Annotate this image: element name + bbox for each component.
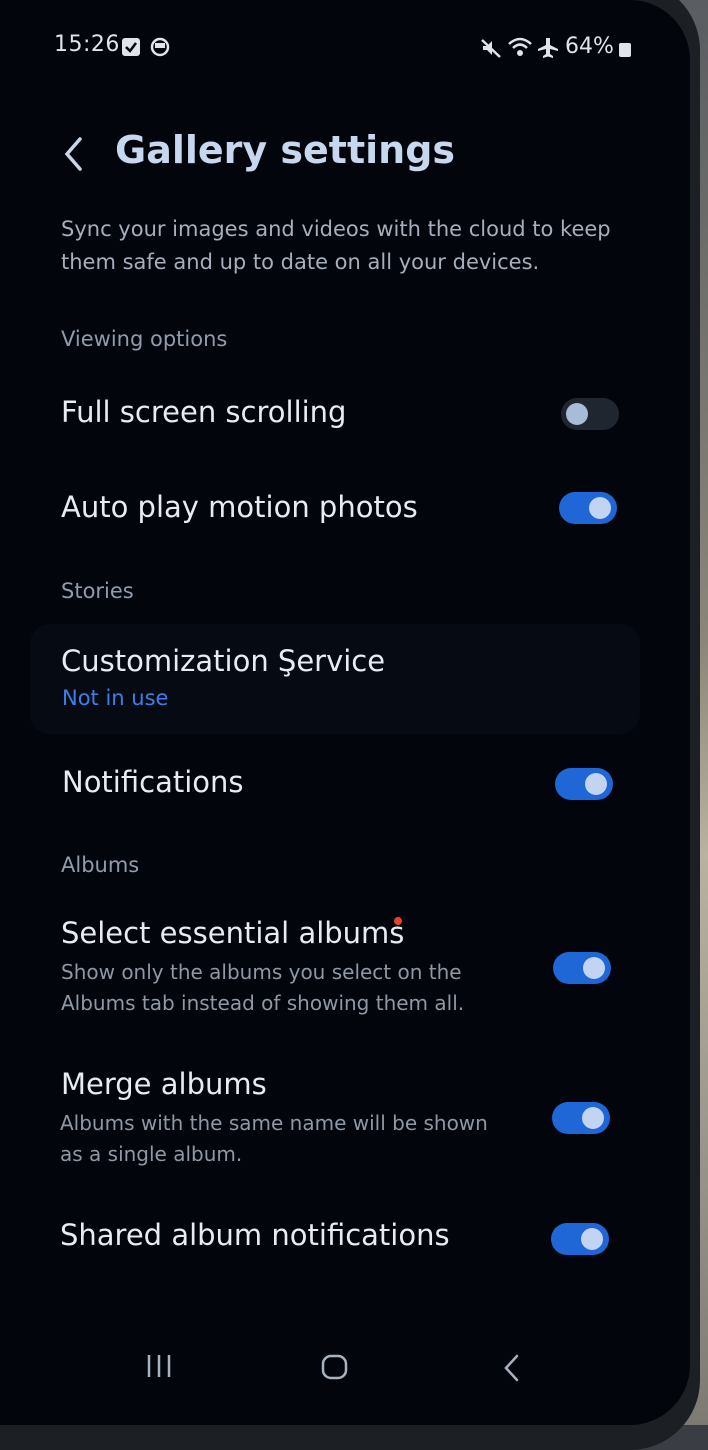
mute-icon [481,39,501,58]
back-arrow-icon[interactable] [58,130,98,180]
recent-apps-icon[interactable] [145,1353,175,1379]
setting-auto-play-motion-photos[interactable]: Auto play motion photos [0,470,690,550]
new-indicator-dot [394,917,402,925]
section-header-albums: Albums [61,853,140,877]
section-header-viewing-options: Viewing options [61,327,228,351]
setting-title: Merge albums [61,1067,267,1101]
battery-percentage: 64% [565,34,614,59]
select-essential-albums-toggle[interactable] [553,952,611,984]
setting-shared-album-notifications[interactable]: Shared album notifications [0,1200,690,1280]
setting-merge-albums[interactable]: Merge albums Albums with the same name w… [0,1055,690,1175]
setting-title: Notifications [62,765,244,799]
wifi-icon [508,37,532,56]
notification-check-icon [122,38,140,56]
battery-icon [619,43,631,57]
full-screen-scrolling-toggle[interactable] [561,398,619,430]
home-icon[interactable] [320,1353,350,1381]
setting-subtitle-line1: Show only the albums you select on the [61,960,462,984]
merge-albums-toggle[interactable] [552,1102,610,1134]
status-time: 15:26 [54,32,120,57]
setting-title: Full screen scrolling [61,395,347,429]
auto-play-motion-photos-toggle[interactable] [559,492,617,524]
setting-subtitle-line2: Albums tab instead of showing them all. [61,991,465,1015]
setting-title: Select essential albums [61,916,405,950]
setting-select-essential-albums[interactable]: Select essential albums Show only the al… [0,900,690,1030]
cloud-sync-description: Sync your images and videos with the clo… [61,217,611,274]
setting-title: Shared album notifications [60,1218,450,1252]
setting-title: Auto play motion photos [61,490,418,524]
phone-screen: 15:26 64% Gallery settings Sync your ima… [0,0,690,1425]
setting-notifications[interactable]: Notifications [0,745,690,825]
nav-back-icon[interactable] [500,1353,524,1383]
setting-subtitle-line2: as a single album. [60,1142,243,1166]
setting-full-screen-scrolling[interactable]: Full screen scrolling [0,375,690,455]
setting-customization-service[interactable]: Customization Şervice Not in use [30,624,640,734]
airplane-mode-icon [538,38,558,58]
section-header-stories: Stories [61,579,134,603]
customization-service-status: Not in use [62,686,169,710]
page-title: Gallery settings [115,128,456,172]
notifications-toggle[interactable] [555,768,613,800]
shared-album-notifications-toggle[interactable] [551,1223,609,1255]
setting-title: Customization Şervice [61,644,386,678]
notification-app-icon [150,37,170,57]
setting-subtitle-line1: Albums with the same name will be shown [60,1111,488,1135]
